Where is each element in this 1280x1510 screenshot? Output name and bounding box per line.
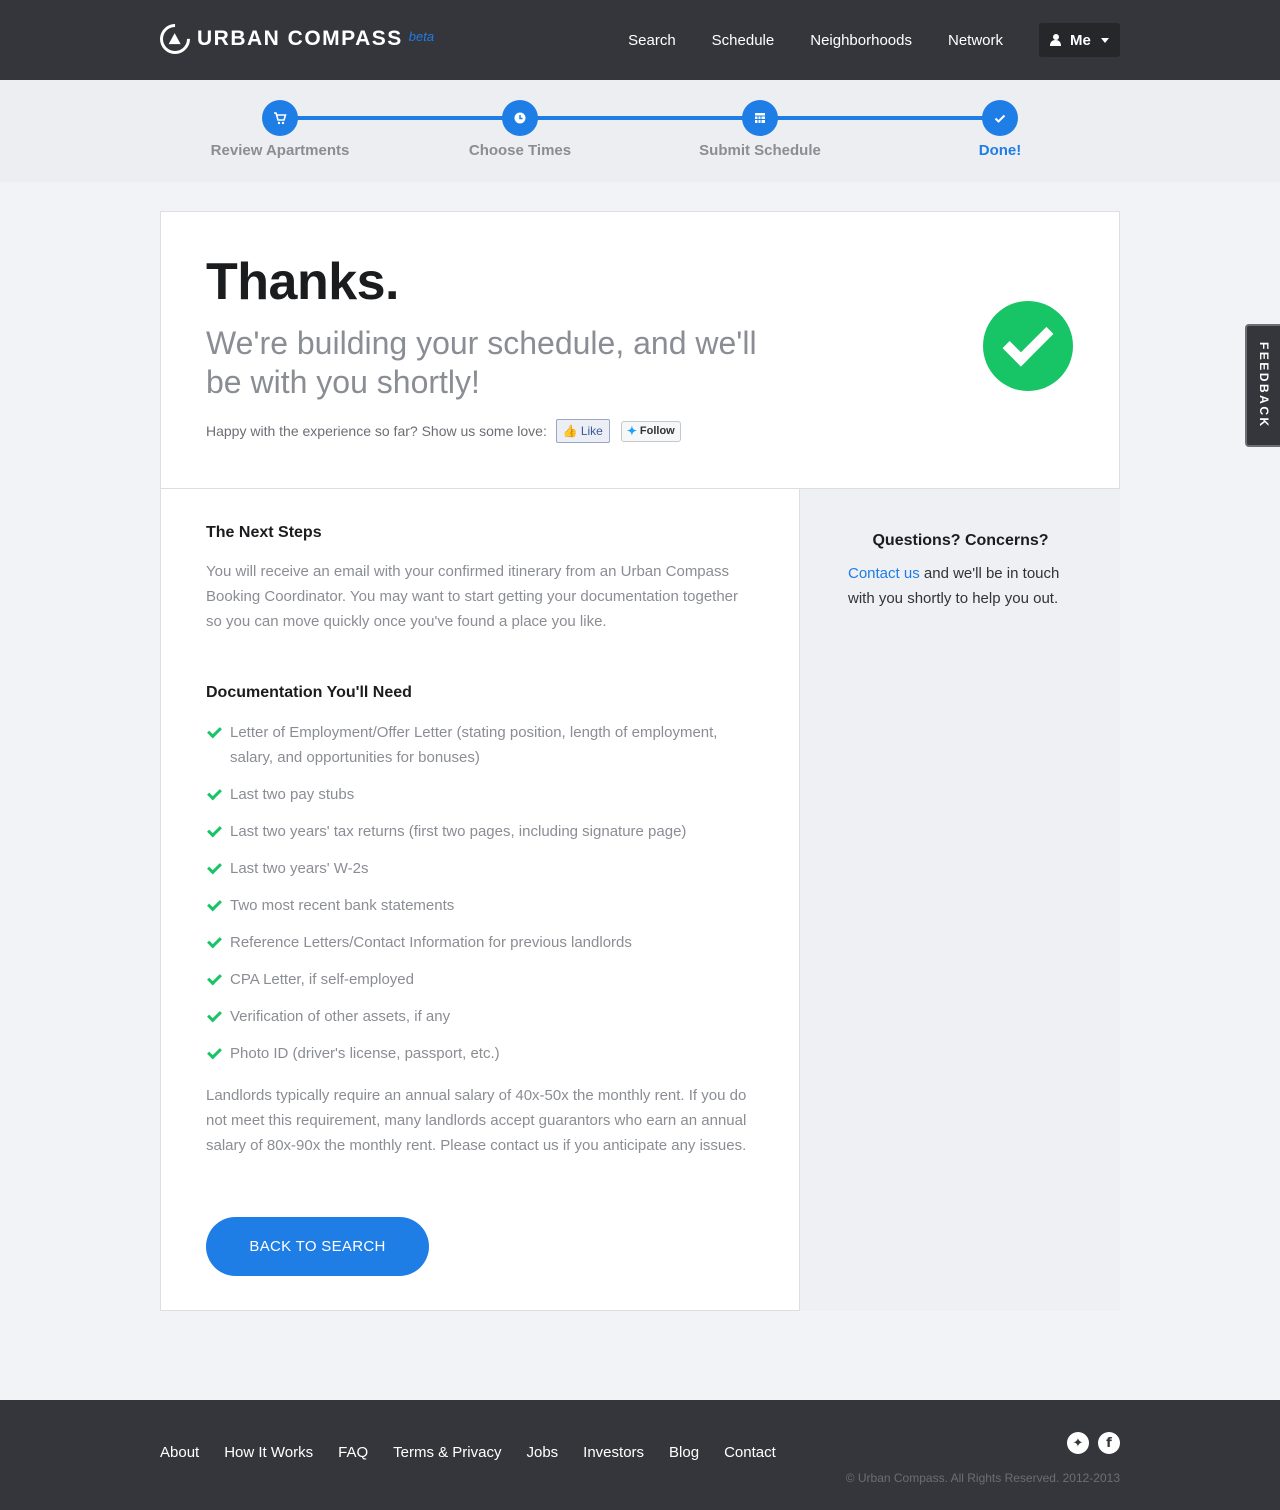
social-icons: ✦ f xyxy=(1058,1432,1120,1454)
footer-links: About How It Works FAQ Terms & Privacy J… xyxy=(160,1444,801,1461)
social-love-row: Happy with the experience so far? Show u… xyxy=(206,419,681,443)
check-icon xyxy=(206,720,230,745)
list-item: Last two years' tax returns (first two p… xyxy=(206,819,756,844)
step-label: Review Apartments xyxy=(210,142,350,159)
next-steps-heading: The Next Steps xyxy=(206,524,322,541)
step-label: Choose Times xyxy=(468,142,572,159)
list-item: Verification of other assets, if any xyxy=(206,1004,756,1029)
next-steps-text: You will receive an email with your conf… xyxy=(206,563,739,630)
nav-search[interactable]: Search xyxy=(628,32,676,49)
logo[interactable]: URBAN COMPASS beta xyxy=(153,17,435,61)
documentation-list: Letter of Employment/Offer Letter (stati… xyxy=(206,720,756,1078)
check-icon xyxy=(206,782,230,807)
person-icon xyxy=(1050,34,1061,46)
footer-link-terms-privacy[interactable]: Terms & Privacy xyxy=(393,1444,501,1461)
feedback-tab[interactable]: FEEDBACK xyxy=(1245,324,1280,447)
me-menu-button[interactable]: Me xyxy=(1039,23,1120,57)
top-navigation-bar: URBAN COMPASS beta Search Schedule Neigh… xyxy=(0,0,1280,80)
chevron-down-icon xyxy=(1100,37,1109,43)
love-text: Happy with the experience so far? Show u… xyxy=(206,423,547,439)
footer-link-investors[interactable]: Investors xyxy=(583,1444,644,1461)
list-item: Letter of Employment/Offer Letter (stati… xyxy=(206,720,756,770)
success-check-icon xyxy=(983,301,1073,391)
footer-link-blog[interactable]: Blog xyxy=(669,1444,699,1461)
twitter-bird-icon: ✦ xyxy=(626,424,637,438)
page-subtitle: We're building your schedule, and we'll … xyxy=(206,325,757,400)
brand-name: URBAN COMPASS xyxy=(197,27,403,50)
like-label: Like xyxy=(580,424,603,438)
copyright: © Urban Compass. All Rights Reserved. 20… xyxy=(845,1471,1120,1485)
contact-us-link[interactable]: Contact us xyxy=(848,565,920,582)
facebook-like-button[interactable]: 👍 Like xyxy=(555,419,610,443)
questions-text: Contact us and we'll be in touch with yo… xyxy=(848,565,1060,607)
nav-network[interactable]: Network xyxy=(948,32,1003,49)
calendar-icon xyxy=(742,100,778,136)
step-choose-times: Choose Times xyxy=(420,100,620,159)
list-item: Photo ID (driver's license, passport, et… xyxy=(206,1041,756,1066)
check-icon xyxy=(206,1041,230,1066)
twitter-icon[interactable]: ✦ xyxy=(1067,1432,1089,1454)
salary-note: Landlords typically require an annual sa… xyxy=(206,1087,747,1154)
step-label: Submit Schedule xyxy=(699,142,821,159)
step-review-apartments: Review Apartments xyxy=(180,100,380,159)
back-to-search-button[interactable]: BACK TO SEARCH xyxy=(206,1217,429,1276)
check-icon xyxy=(206,856,230,881)
footer-link-how-it-works[interactable]: How It Works xyxy=(224,1444,313,1461)
list-item: Last two pay stubs xyxy=(206,782,756,807)
feedback-label: FEEDBACK xyxy=(1257,342,1271,429)
list-item: CPA Letter, if self-employed xyxy=(206,967,756,992)
main-nav: Search Schedule Neighborhoods Network Me xyxy=(628,23,1120,57)
me-label: Me xyxy=(1070,31,1091,49)
follow-label: Follow xyxy=(639,425,675,437)
clock-icon xyxy=(502,100,538,136)
cart-icon xyxy=(262,100,298,136)
footer-link-about[interactable]: About xyxy=(160,1444,199,1461)
step-done: Done! xyxy=(900,100,1100,159)
nav-schedule[interactable]: Schedule xyxy=(712,32,775,49)
check-icon xyxy=(206,967,230,992)
list-item: Two most recent bank statements xyxy=(206,893,756,918)
step-submit-schedule: Submit Schedule xyxy=(660,100,860,159)
thumbs-up-icon: 👍 xyxy=(562,424,578,438)
step-label: Done! xyxy=(978,142,1022,159)
compass-logo-icon xyxy=(153,17,197,61)
confirmation-card: Thanks. We're building your schedule, an… xyxy=(160,211,1120,1311)
questions-sidebar: Questions? Concerns? Contact us and we'l… xyxy=(799,489,1120,1311)
twitter-follow-button[interactable]: ✦ Follow xyxy=(620,420,681,442)
footer: About How It Works FAQ Terms & Privacy J… xyxy=(0,1400,1280,1510)
facebook-icon[interactable]: f xyxy=(1098,1432,1120,1454)
footer-link-jobs[interactable]: Jobs xyxy=(526,1444,558,1461)
list-item: Reference Letters/Contact Information fo… xyxy=(206,930,756,955)
page-title: Thanks. xyxy=(206,253,400,311)
questions-heading: Questions? Concerns? xyxy=(872,532,1049,549)
beta-label: beta xyxy=(408,28,435,44)
check-icon xyxy=(206,893,230,918)
documentation-heading: Documentation You'll Need xyxy=(206,684,412,701)
check-icon xyxy=(206,1004,230,1029)
check-icon xyxy=(206,819,230,844)
footer-link-faq[interactable]: FAQ xyxy=(338,1444,368,1461)
check-icon xyxy=(206,930,230,955)
check-icon xyxy=(982,100,1018,136)
footer-link-contact[interactable]: Contact xyxy=(724,1444,776,1461)
nav-neighborhoods[interactable]: Neighborhoods xyxy=(810,32,912,49)
list-item: Last two years' W-2s xyxy=(206,856,756,881)
progress-line xyxy=(280,116,1000,120)
